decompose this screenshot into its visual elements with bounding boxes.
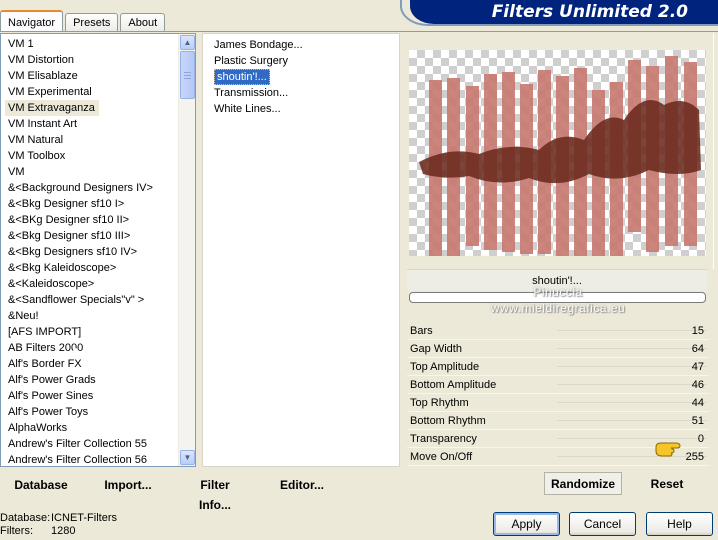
window-title: Filters Unlimited 2.0 xyxy=(410,0,718,24)
parameter-name: Transparency xyxy=(410,433,477,445)
parameter-row[interactable]: Gap Width 64 xyxy=(407,340,709,358)
category-item[interactable]: Alf's Border FX xyxy=(1,356,195,372)
randomize-button[interactable]: Randomize xyxy=(544,472,622,495)
preview-image[interactable] xyxy=(409,50,706,256)
parameter-value: 51 xyxy=(691,415,704,427)
scroll-thumb[interactable] xyxy=(180,51,195,99)
parameter-slider-track[interactable] xyxy=(557,330,707,331)
parameter-value: 47 xyxy=(691,361,704,373)
tab-bar: Navigator Presets About xyxy=(0,8,167,33)
filter-item[interactable]: shoutin'!... xyxy=(203,69,399,85)
category-item[interactable]: VM Instant Art xyxy=(1,116,195,132)
category-item[interactable]: VM Extravaganza xyxy=(5,100,99,116)
filters-count-value: 1280 xyxy=(51,525,76,537)
category-item[interactable]: VM 1 xyxy=(1,36,195,52)
category-item[interactable]: VM Elisablaze xyxy=(1,68,195,84)
import-button[interactable]: Import... xyxy=(102,475,154,495)
tab-about[interactable]: About xyxy=(120,13,166,32)
database-label: Database: xyxy=(0,512,51,524)
category-item[interactable]: &<Bkg Designer sf10 I> xyxy=(1,196,195,212)
parameter-name: Move On/Off xyxy=(410,451,473,463)
parameter-value: 0 xyxy=(697,433,704,445)
parameter-name: Bottom Amplitude xyxy=(410,379,497,391)
parameter-slider-track[interactable] xyxy=(557,456,707,457)
category-item[interactable]: Alf's Power Toys xyxy=(1,404,195,420)
editor-button[interactable]: Editor... xyxy=(279,475,325,495)
database-button[interactable]: Database xyxy=(12,475,70,495)
slider-knob[interactable] xyxy=(68,348,84,355)
parameter-row[interactable]: Bottom Rhythm 51 xyxy=(407,412,709,430)
parameter-name: Top Rhythm xyxy=(410,397,469,409)
parameter-slider-track[interactable] xyxy=(557,402,707,403)
scroll-down-button[interactable]: ▼ xyxy=(180,450,195,465)
category-item[interactable]: Alf's Power Grads xyxy=(1,372,195,388)
scroll-up-button[interactable]: ▲ xyxy=(180,35,195,50)
filter-item[interactable]: James Bondage... xyxy=(203,37,399,53)
grip-icon xyxy=(184,71,191,79)
category-item[interactable]: VM Experimental xyxy=(1,84,195,100)
category-item[interactable]: Andrew's Filter Collection 55 xyxy=(1,436,195,452)
parameter-name: Gap Width xyxy=(410,343,462,355)
parameter-slider-track[interactable] xyxy=(557,366,707,367)
apply-button[interactable]: Apply xyxy=(493,512,560,536)
parameter-slider-track[interactable] xyxy=(557,384,707,385)
preview-canvas xyxy=(419,56,701,256)
parameter-slider-track[interactable] xyxy=(557,348,707,349)
category-scrollbar[interactable]: ▲ ▼ xyxy=(178,34,195,466)
parameter-slider-track[interactable] xyxy=(557,420,707,421)
progress-bar xyxy=(409,292,706,303)
parameter-row[interactable]: Bars 15 xyxy=(407,322,709,340)
category-item[interactable]: AB Filters 2000 xyxy=(1,340,195,356)
category-item[interactable]: VM Toolbox xyxy=(1,148,195,164)
category-item[interactable]: &Neu! xyxy=(1,308,195,324)
cancel-button[interactable]: Cancel xyxy=(569,512,636,536)
filters-count-label: Filters: xyxy=(0,525,33,537)
parameter-value: 255 xyxy=(685,451,704,463)
parameter-value: 15 xyxy=(691,325,704,337)
chevron-up-icon: ▲ xyxy=(183,38,192,47)
category-item[interactable]: &<Bkg Kaleidoscope> xyxy=(1,260,195,276)
pointing-hand-icon xyxy=(655,442,681,457)
filter-name-bar: shoutin'!... xyxy=(407,269,707,291)
category-item[interactable]: Andrew's Filter Collection 56 xyxy=(1,452,195,466)
parameter-value: 64 xyxy=(691,343,704,355)
parameter-name: Bottom Rhythm xyxy=(410,415,486,427)
filter-item[interactable]: White Lines... xyxy=(203,101,399,117)
parameter-name: Bars xyxy=(410,325,433,337)
help-button[interactable]: Help xyxy=(646,512,713,536)
database-value: ICNET-Filters xyxy=(51,512,117,524)
reset-button[interactable]: Reset xyxy=(640,472,694,495)
filter-list[interactable]: James Bondage... Plastic Surgery shoutin'!… xyxy=(202,33,400,467)
category-item[interactable]: VM Distortion xyxy=(1,52,195,68)
category-item[interactable]: VM Natural xyxy=(1,132,195,148)
parameter-name: Top Amplitude xyxy=(410,361,480,373)
category-item[interactable]: &<Background Designers IV> xyxy=(1,180,195,196)
category-item[interactable]: [AFS IMPORT] xyxy=(1,324,195,340)
category-item[interactable]: &<Bkg Designers sf10 IV> xyxy=(1,244,195,260)
category-item[interactable]: &<Bkg Designer sf10 III> xyxy=(1,228,195,244)
parameter-row[interactable]: Top Rhythm 44 xyxy=(407,394,709,412)
category-item[interactable]: &<Kaleidoscope> xyxy=(1,276,195,292)
chevron-down-icon: ▼ xyxy=(183,453,192,462)
category-item[interactable]: &<Sandflower Specials"v" > xyxy=(1,292,195,308)
filter-item[interactable]: Plastic Surgery xyxy=(203,53,399,69)
parameter-value: 46 xyxy=(691,379,704,391)
category-item[interactable]: &<BKg Designer sf10 II> xyxy=(1,212,195,228)
parameter-slider-track[interactable] xyxy=(557,438,707,439)
category-item[interactable]: Alf's Power Sines xyxy=(1,388,195,404)
filter-item[interactable]: Transmission... xyxy=(203,85,399,101)
parameter-row[interactable]: Top Amplitude 47 xyxy=(407,358,709,376)
parameter-row[interactable]: Bottom Amplitude 46 xyxy=(407,376,709,394)
current-filter-name: shoutin'!... xyxy=(532,274,582,287)
category-item[interactable]: AlphaWorks xyxy=(1,420,195,436)
parameter-value: 44 xyxy=(691,397,704,409)
filter-info-button[interactable]: Filter Info... xyxy=(183,475,247,512)
tab-presets[interactable]: Presets xyxy=(65,13,119,32)
tab-navigator[interactable]: Navigator xyxy=(0,10,64,33)
category-list[interactable]: VM 1 VM Distortion VM Elisablaze VM Experim… xyxy=(0,33,196,467)
category-item[interactable]: VM xyxy=(1,164,195,180)
